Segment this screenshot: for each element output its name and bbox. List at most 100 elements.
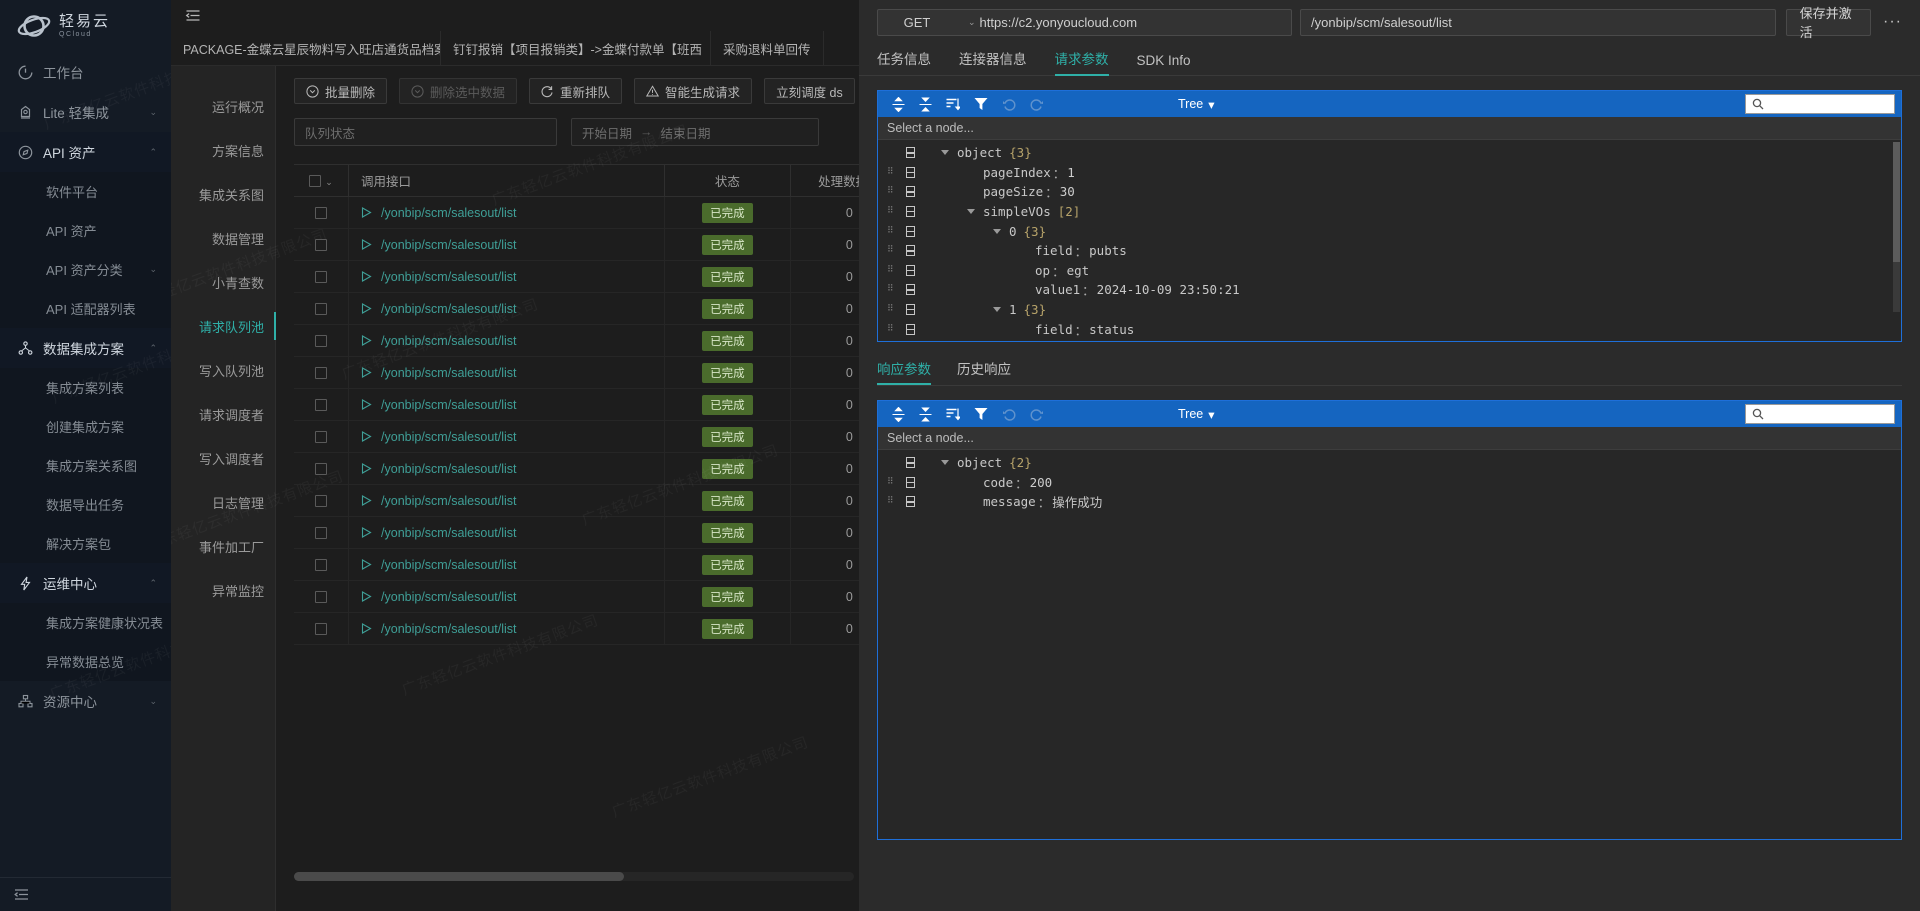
sidebar-subitem-8[interactable]: 集成方案列表	[0, 368, 171, 407]
table-row[interactable]: /yonbip/scm/salesout/list已完成02024-10-09 …	[294, 516, 859, 549]
sidebar-subitem-3[interactable]: 软件平台	[0, 172, 171, 211]
sidebar-collapse-bar[interactable]	[0, 877, 171, 911]
subnav-item-4[interactable]: 小青查数	[171, 260, 275, 304]
filter-icon[interactable]	[974, 407, 988, 421]
brand-logo[interactable]: 轻易云 QCloud	[0, 0, 171, 52]
row-checkbox[interactable]	[315, 239, 328, 252]
json-tree-row[interactable]: ⠿ 1 {3}	[878, 300, 1901, 320]
row-checkbox[interactable]	[315, 623, 328, 636]
subnav-item-6[interactable]: 写入队列池	[171, 348, 275, 392]
node-toggle-icon[interactable]	[906, 476, 915, 488]
node-toggle-icon[interactable]	[906, 284, 915, 296]
json-tree-row[interactable]: ⠿ value1： 2024-10-09 23:50:21	[878, 280, 1901, 300]
node-toggle-icon[interactable]	[906, 225, 915, 237]
row-checkbox[interactable]	[315, 399, 328, 412]
filter-icon[interactable]	[974, 97, 988, 111]
node-toggle-icon[interactable]	[906, 245, 915, 257]
row-checkbox[interactable]	[315, 335, 328, 348]
api-link[interactable]: /yonbip/scm/salesout/list	[361, 526, 664, 540]
subnav-item-5[interactable]: 请求队列池	[171, 304, 276, 348]
response-tab-0[interactable]: 响应参数	[877, 358, 931, 385]
subnav-item-7[interactable]: 请求调度者	[171, 392, 275, 436]
host-input[interactable]: https://c2.yonyoucloud.com	[976, 15, 1291, 30]
request-search-input[interactable]	[1745, 94, 1895, 114]
content-tab-1[interactable]: 钉钉报销【项目报销类】->金蝶付款单【班西✕	[441, 31, 711, 65]
api-link[interactable]: /yonbip/scm/salesout/list	[361, 302, 664, 316]
select-all-header[interactable]: ⌄	[294, 164, 350, 197]
table-row[interactable]: /yonbip/scm/salesout/list已完成02024-10-09 …	[294, 228, 859, 261]
row-checkbox-cell[interactable]	[294, 580, 350, 613]
row-checkbox-cell[interactable]	[294, 228, 350, 261]
collapse-sidebar-icon[interactable]	[14, 888, 29, 901]
toolbar-button-0[interactable]: 批量删除	[294, 78, 388, 104]
table-row[interactable]: /yonbip/scm/salesout/list已完成02024-10-09 …	[294, 324, 859, 357]
sidebar-subitem-9[interactable]: 创建集成方案	[0, 407, 171, 446]
row-checkbox[interactable]	[315, 527, 328, 540]
sidebar-subitem-11[interactable]: 数据导出任务	[0, 485, 171, 524]
chevron-icon[interactable]: ⌃	[149, 147, 157, 158]
sidebar-subitem-4[interactable]: API 资产	[0, 211, 171, 250]
node-toggle-icon[interactable]	[906, 147, 915, 159]
api-link[interactable]: /yonbip/scm/salesout/list	[361, 206, 664, 220]
drag-handle-icon[interactable]: ⠿	[887, 324, 896, 333]
editor-mode-select[interactable]: Tree ▾	[1178, 401, 1215, 427]
request-json-editor[interactable]: Tree ▾ Select a node... ⠿ object {3} ⠿ pageI…	[877, 90, 1902, 342]
row-checkbox[interactable]	[315, 591, 328, 604]
sidebar-item-0[interactable]: 工作台	[0, 52, 171, 92]
chevron-down-icon[interactable]: ⌄	[968, 17, 976, 28]
drag-handle-icon[interactable]: ⠿	[887, 187, 896, 196]
table-row[interactable]: /yonbip/scm/salesout/list已完成02024-10-09 …	[294, 292, 859, 325]
drag-handle-icon[interactable]: ⠿	[887, 285, 896, 294]
table-row[interactable]: /yonbip/scm/salesout/list已完成02024-10-09 …	[294, 356, 859, 389]
row-checkbox[interactable]	[315, 495, 328, 508]
date-range-filter[interactable]: 开始日期 → 结束日期	[571, 118, 819, 146]
subnav-item-10[interactable]: 事件加工厂	[171, 524, 275, 568]
table-row[interactable]: /yonbip/scm/salesout/list已完成02024-10-09 …	[294, 580, 859, 613]
node-toggle-icon[interactable]	[906, 496, 915, 508]
api-link[interactable]: /yonbip/scm/salesout/list	[361, 622, 664, 636]
horizontal-scrollbar[interactable]	[294, 872, 854, 881]
subnav-item-11[interactable]: 异常监控	[171, 568, 275, 612]
queue-status-filter[interactable]: 队列状态	[294, 118, 557, 146]
row-checkbox[interactable]	[315, 271, 328, 284]
table-row[interactable]: /yonbip/scm/salesout/list已完成02024-10-09 …	[294, 196, 859, 229]
row-checkbox-cell[interactable]	[294, 484, 350, 517]
chevron-icon[interactable]: ⌃	[149, 343, 157, 354]
drag-handle-icon[interactable]: ⠿	[887, 305, 896, 314]
subnav-item-8[interactable]: 写入调度者	[171, 436, 275, 480]
json-tree-row[interactable]: ⠿ field： pubts	[878, 241, 1901, 261]
select-all-checkbox[interactable]	[309, 175, 322, 188]
sidebar-subitem-5[interactable]: API 资产分类 ⌄	[0, 250, 171, 289]
table-row[interactable]: /yonbip/scm/salesout/list已完成02024-10-09 …	[294, 260, 859, 293]
row-checkbox[interactable]	[315, 559, 328, 572]
response-json-tree[interactable]: ⠿object{2}⠿code：200⠿message：操作成功	[878, 450, 1901, 837]
sort-icon[interactable]	[946, 407, 960, 421]
json-tree-row[interactable]: ⠿ op： egt	[878, 261, 1901, 281]
chevron-down-icon[interactable]	[993, 307, 1001, 313]
chevron-icon[interactable]: ⌄	[149, 107, 157, 118]
response-tab-1[interactable]: 历史响应	[957, 358, 1011, 385]
table-row[interactable]: /yonbip/scm/salesout/list已完成02024-10-09 …	[294, 548, 859, 581]
api-link[interactable]: /yonbip/scm/salesout/list	[361, 590, 664, 604]
drag-handle-icon[interactable]: ⠿	[887, 167, 896, 176]
api-link[interactable]: /yonbip/scm/salesout/list	[361, 238, 664, 252]
api-link[interactable]: /yonbip/scm/salesout/list	[361, 558, 664, 572]
api-link[interactable]: /yonbip/scm/salesout/list	[361, 398, 664, 412]
drag-handle-icon[interactable]: ⠿	[887, 497, 896, 506]
json-tree-row[interactable]: ⠿ simpleVOs [2]	[878, 202, 1901, 222]
content-tab-2[interactable]: 采购退料单回传	[711, 31, 824, 65]
drag-handle-icon[interactable]: ⠿	[887, 265, 896, 274]
subnav-item-9[interactable]: 日志管理	[171, 480, 275, 524]
drag-handle-icon[interactable]: ⠿	[887, 207, 896, 216]
table-row[interactable]: /yonbip/scm/salesout/list已完成02024-10-09 …	[294, 452, 859, 485]
json-tree-row[interactable]: ⠿ pageSize： 30	[878, 182, 1901, 202]
detail-tab-0[interactable]: 任务信息	[877, 48, 931, 75]
table-row[interactable]: /yonbip/scm/salesout/list已完成02024-10-09 …	[294, 420, 859, 453]
chevron-down-icon[interactable]	[941, 150, 949, 156]
chevron-down-icon[interactable]: ⌄	[325, 177, 333, 187]
table-row[interactable]: /yonbip/scm/salesout/list已完成02024-10-09 …	[294, 612, 859, 645]
response-select-node[interactable]: Select a node...	[878, 427, 1901, 450]
http-method[interactable]: GET	[878, 15, 956, 30]
sidebar-item-7[interactable]: 数据集成方案 ⌃	[0, 328, 171, 368]
detail-tab-3[interactable]: SDK Info	[1137, 53, 1191, 75]
